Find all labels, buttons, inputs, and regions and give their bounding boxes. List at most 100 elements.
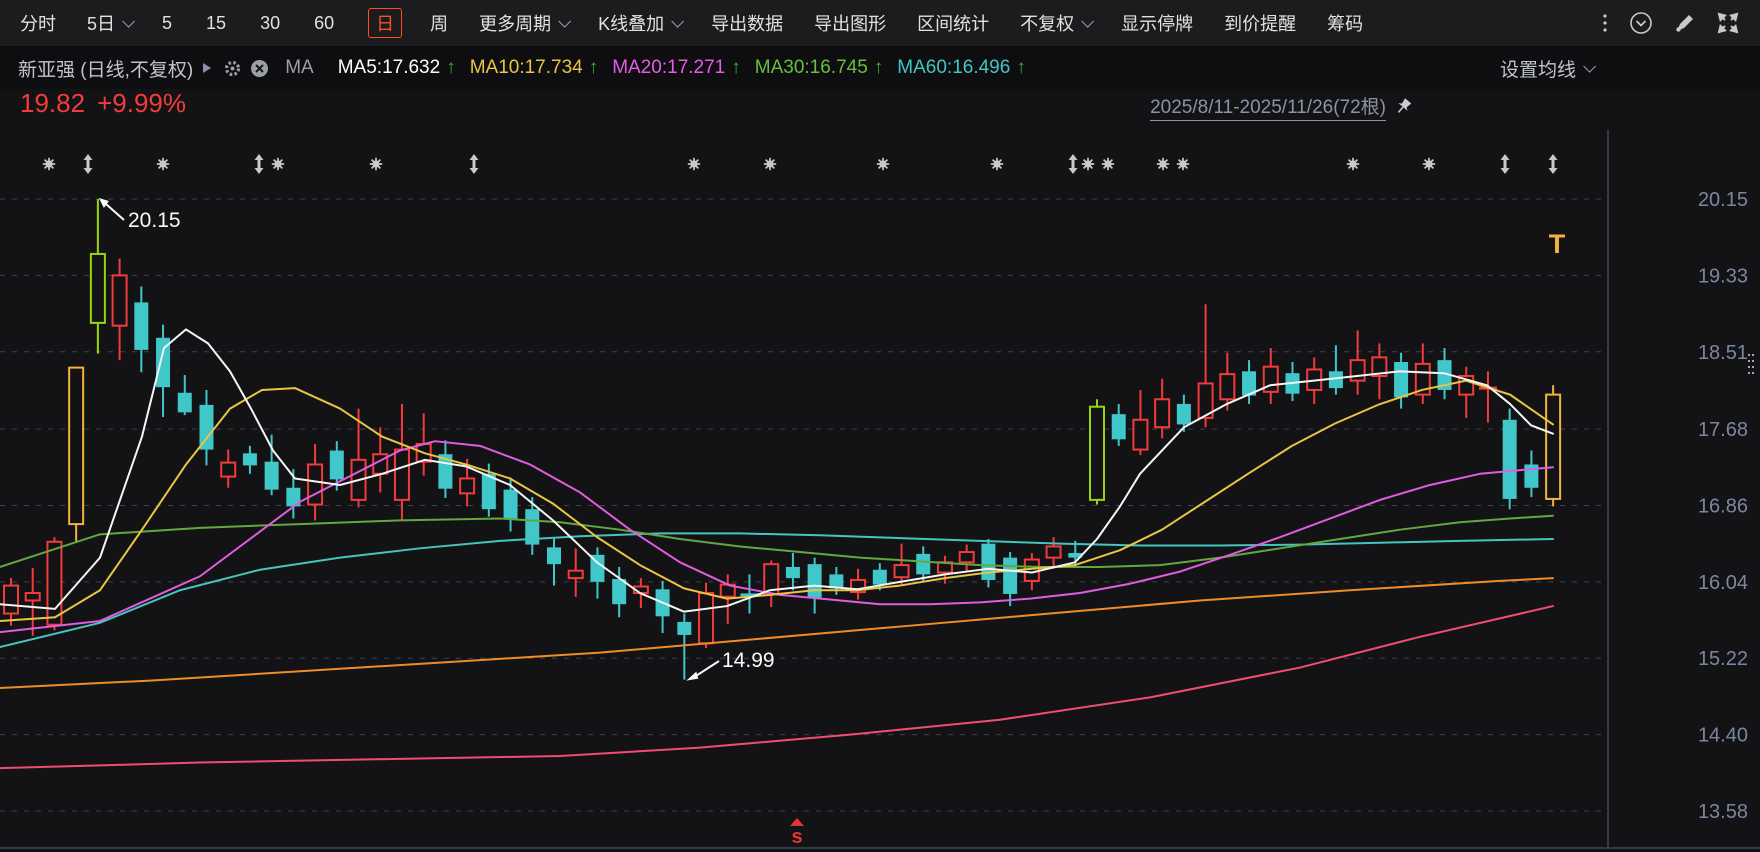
news-star-icon[interactable] bbox=[1081, 157, 1095, 171]
updown-arrow-icon[interactable] bbox=[1548, 154, 1558, 174]
candle[interactable] bbox=[1132, 389, 1149, 456]
updown-arrow-icon[interactable] bbox=[83, 154, 93, 174]
candle[interactable] bbox=[1045, 537, 1062, 569]
ma-indicator-label[interactable]: MA bbox=[285, 57, 314, 79]
candle[interactable] bbox=[1502, 408, 1517, 510]
candle[interactable] bbox=[438, 440, 453, 499]
date-range-text[interactable]: 2025/8/11-2025/11/26(72根) bbox=[1150, 92, 1386, 121]
candle[interactable] bbox=[740, 574, 759, 614]
updown-arrow-icon[interactable] bbox=[254, 154, 264, 174]
gear-icon[interactable] bbox=[223, 59, 242, 78]
menu-no-adjust[interactable]: 不复权 bbox=[1020, 10, 1095, 36]
news-star-icon[interactable] bbox=[156, 157, 170, 171]
tab-30min[interactable]: 30 bbox=[260, 13, 280, 34]
candle[interactable] bbox=[220, 449, 237, 488]
candle[interactable] bbox=[785, 552, 800, 591]
candle[interactable] bbox=[655, 580, 670, 634]
candle[interactable] bbox=[567, 548, 584, 597]
tab-minute-chart[interactable]: 分时 bbox=[20, 10, 56, 36]
news-star-icon[interactable] bbox=[1156, 157, 1170, 171]
panel-resize-handle[interactable] bbox=[1747, 352, 1755, 378]
button-show-suspended[interactable]: 显示停牌 bbox=[1121, 10, 1193, 36]
date-range-selector[interactable]: 2025/8/11-2025/11/26(72根) bbox=[1150, 92, 1414, 121]
news-star-icon[interactable] bbox=[687, 157, 701, 171]
candle[interactable] bbox=[763, 560, 780, 607]
ma-settings-button[interactable]: 设置均线 bbox=[1500, 55, 1596, 82]
candle[interactable] bbox=[1089, 399, 1105, 505]
candle[interactable] bbox=[1545, 385, 1562, 507]
news-star-icon[interactable] bbox=[369, 157, 383, 171]
tab-60min[interactable]: 60 bbox=[314, 13, 334, 34]
menu-more-periods[interactable]: 更多周期 bbox=[479, 10, 572, 36]
news-star-icon[interactable] bbox=[271, 157, 285, 171]
candle[interactable] bbox=[547, 537, 561, 586]
candle[interactable] bbox=[981, 539, 996, 588]
candle[interactable] bbox=[1262, 348, 1279, 404]
candle[interactable] bbox=[242, 445, 257, 474]
updown-arrow-icon[interactable] bbox=[469, 154, 479, 174]
candle[interactable] bbox=[1458, 366, 1475, 418]
news-star-icon[interactable] bbox=[1346, 157, 1360, 171]
news-star-icon[interactable] bbox=[876, 157, 890, 171]
more-dots-icon[interactable] bbox=[1602, 12, 1608, 34]
menu-kline-overlay[interactable]: K线叠加 bbox=[598, 10, 685, 36]
brush-icon[interactable] bbox=[1674, 12, 1696, 34]
pink-long-ma bbox=[0, 605, 1554, 770]
button-export-image[interactable]: 导出图形 bbox=[814, 10, 886, 36]
candle[interactable] bbox=[1003, 552, 1018, 607]
updown-arrow-icon[interactable] bbox=[1068, 154, 1078, 174]
candle[interactable] bbox=[89, 199, 106, 354]
kline-chart[interactable]: 20.15 19.33 18.51 17.68 16.86 16.04 15.22 14.40… bbox=[0, 0, 1760, 852]
news-star-icon[interactable] bbox=[1422, 157, 1436, 171]
expand-icon[interactable] bbox=[1716, 11, 1740, 35]
news-star-icon[interactable] bbox=[1176, 157, 1190, 171]
button-export-data[interactable]: 导出数据 bbox=[711, 10, 783, 36]
candle[interactable] bbox=[590, 547, 605, 599]
candle[interactable] bbox=[111, 258, 128, 361]
close-icon[interactable] bbox=[250, 59, 269, 78]
button-chips[interactable]: 筹码 bbox=[1327, 10, 1363, 36]
candle[interactable] bbox=[393, 403, 410, 521]
button-interval-stats[interactable]: 区间统计 bbox=[917, 10, 989, 36]
triangle-right-icon[interactable] bbox=[203, 63, 212, 73]
candle[interactable] bbox=[958, 544, 975, 572]
sell-signal-flag[interactable]: s bbox=[791, 826, 802, 848]
candle[interactable] bbox=[850, 568, 867, 600]
candle[interactable] bbox=[1349, 330, 1366, 395]
circle-chevron-down-icon[interactable] bbox=[1628, 10, 1654, 36]
button-price-alert[interactable]: 到价提醒 bbox=[1224, 10, 1296, 36]
ma30 bbox=[0, 514, 1554, 568]
sell-signal-triangle[interactable] bbox=[790, 818, 804, 826]
news-star-icon[interactable] bbox=[42, 157, 56, 171]
candle[interactable] bbox=[68, 366, 85, 543]
tab-weekly[interactable]: 周 bbox=[430, 10, 448, 36]
candle[interactable] bbox=[1478, 371, 1497, 423]
candle[interactable] bbox=[24, 567, 41, 636]
candle[interactable] bbox=[525, 497, 540, 555]
candle[interactable] bbox=[1197, 304, 1214, 428]
candle[interactable] bbox=[893, 543, 910, 586]
updown-arrow-icon[interactable] bbox=[1500, 154, 1510, 174]
candle[interactable] bbox=[1111, 403, 1126, 446]
candle[interactable] bbox=[1394, 352, 1409, 409]
tab-5day[interactable]: 5日 bbox=[87, 10, 136, 36]
news-star-icon[interactable] bbox=[1101, 157, 1115, 171]
candle[interactable] bbox=[134, 286, 149, 373]
candle[interactable] bbox=[916, 546, 931, 581]
tab-5min[interactable]: 5 bbox=[162, 13, 172, 34]
tab-daily-active[interactable]: 日 bbox=[368, 8, 403, 38]
candle[interactable] bbox=[1414, 343, 1431, 404]
candle[interactable] bbox=[1328, 345, 1343, 395]
candle[interactable] bbox=[3, 578, 19, 626]
candle[interactable] bbox=[264, 434, 279, 496]
tab-15min[interactable]: 15 bbox=[206, 13, 226, 34]
news-star-icon[interactable] bbox=[990, 157, 1004, 171]
candle[interactable] bbox=[177, 375, 192, 416]
pin-icon[interactable] bbox=[1392, 96, 1414, 118]
stock-title[interactable]: 新亚强 (日线,不复权) bbox=[18, 55, 193, 82]
news-star-icon[interactable] bbox=[763, 157, 777, 171]
candle[interactable] bbox=[199, 389, 214, 466]
candle[interactable] bbox=[1524, 450, 1539, 498]
app-window: 20.15 19.33 18.51 17.68 16.86 16.04 15.22 14.40… bbox=[0, 0, 1760, 852]
t-signal-flag[interactable]: T bbox=[1549, 229, 1566, 259]
